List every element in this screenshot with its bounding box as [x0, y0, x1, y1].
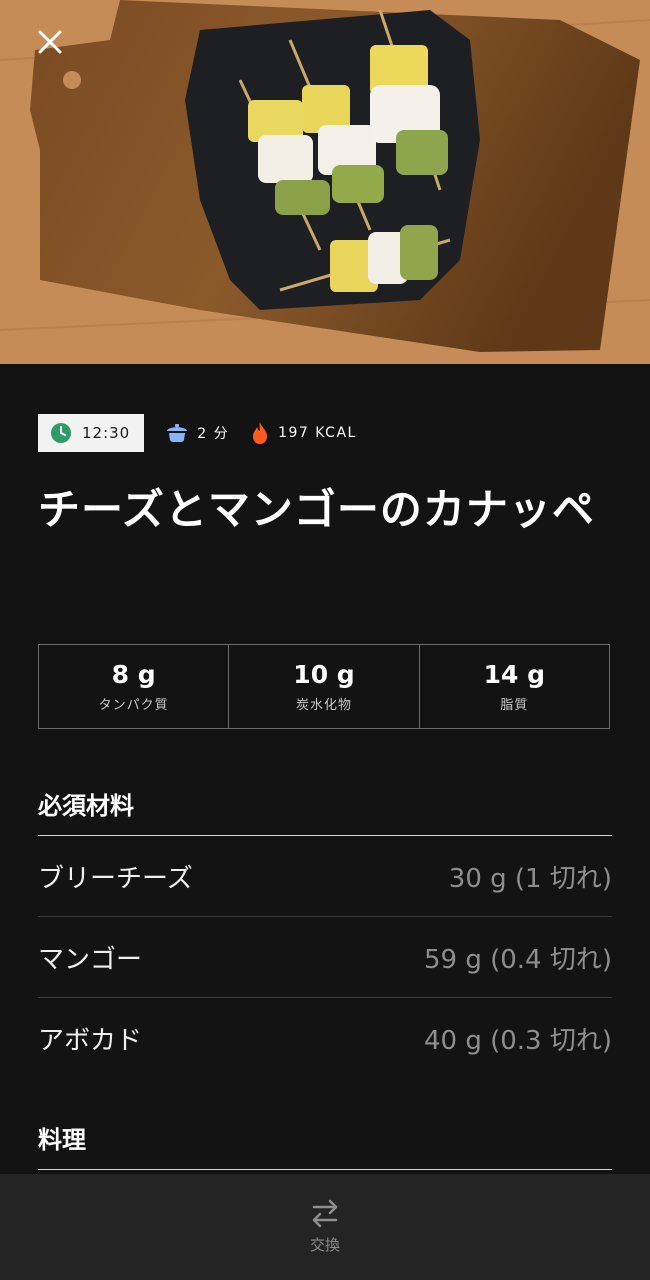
swap-label: 交換	[309, 1236, 340, 1254]
ingredient-row[interactable]: ブリーチーズ 30 g (1 切れ)	[38, 836, 612, 917]
nutrition-table: 8 g タンパク質 10 g 炭水化物 14 g 脂質	[38, 644, 610, 729]
recipe-photo-illustration	[0, 0, 650, 364]
clock-icon	[51, 423, 71, 443]
ingredient-row[interactable]: マンゴー 59 g (0.4 切れ)	[38, 917, 612, 998]
calories: 197 KCAL	[251, 421, 357, 445]
duration-value: 2 分	[197, 426, 230, 442]
ingredient-row[interactable]: アボカド 40 g (0.3 切れ)	[38, 998, 612, 1078]
recipe-photo	[0, 0, 650, 364]
nutrition-protein: 8 g タンパク質	[39, 645, 228, 728]
nutrition-value: 14 g	[483, 660, 546, 689]
close-button[interactable]	[30, 22, 70, 62]
recipe-meta: 12:30 2 分 197 KCAL	[38, 414, 357, 452]
ingredient-name: アボカド	[38, 1025, 143, 1056]
calories-value: 197 KCAL	[278, 425, 357, 441]
nutrition-label: タンパク質	[98, 698, 169, 713]
ingredients-heading: 必須材料	[38, 792, 134, 820]
pot-icon	[167, 424, 188, 442]
recipe-title: チーズとマンゴーのカナッペ	[38, 485, 595, 534]
time-value: 12:30	[82, 424, 131, 442]
ingredient-name: マンゴー	[38, 944, 143, 975]
nutrition-value: 10 g	[293, 660, 355, 689]
nutrition-label: 脂質	[500, 698, 529, 713]
duration: 2 分	[166, 423, 229, 443]
nutrition-value: 8 g	[111, 660, 156, 689]
cooking-heading: 料理	[38, 1126, 86, 1154]
swap-button[interactable]: 交換	[310, 1174, 340, 1280]
ingredients-list: ブリーチーズ 30 g (1 切れ) マンゴー 59 g (0.4 切れ) アボ…	[38, 835, 612, 1078]
nutrition-carbs: 10 g 炭水化物	[228, 645, 418, 728]
ingredient-amount: 40 g (0.3 切れ)	[423, 1025, 612, 1056]
time-chip[interactable]: 12:30	[38, 414, 145, 452]
bottom-bar: 交換	[0, 1174, 650, 1280]
ingredient-name: ブリーチーズ	[38, 863, 193, 894]
close-icon	[38, 30, 62, 54]
flame-icon	[253, 422, 268, 444]
nutrition-fat: 14 g 脂質	[418, 645, 609, 728]
divider	[38, 1169, 612, 1170]
ingredient-amount: 59 g (0.4 切れ)	[423, 944, 612, 975]
ingredient-amount: 30 g (1 切れ)	[448, 863, 612, 894]
swap-icon	[312, 1199, 338, 1228]
nutrition-label: 炭水化物	[295, 698, 352, 713]
